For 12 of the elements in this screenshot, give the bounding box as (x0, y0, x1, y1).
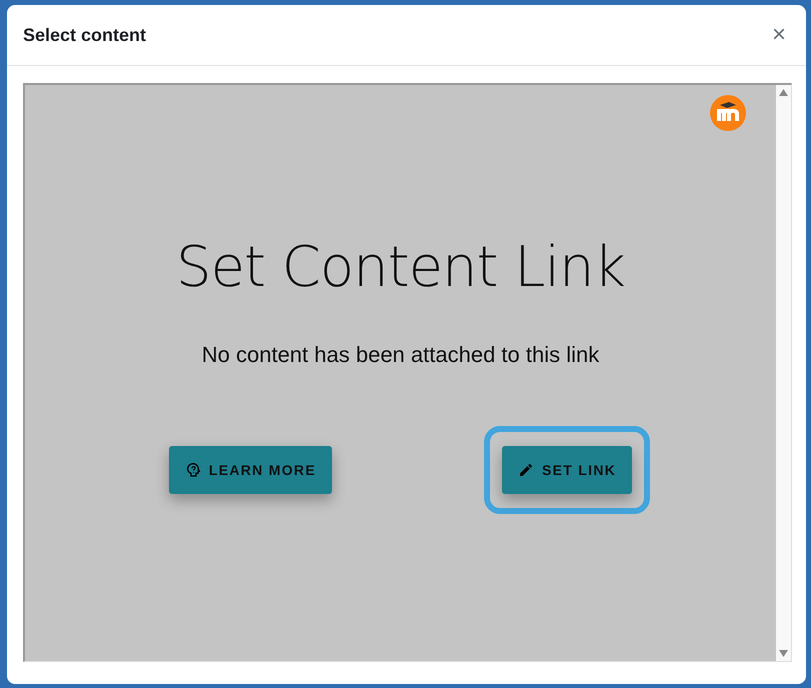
message: No content has been attached to this link (202, 342, 600, 368)
learn-more-button[interactable]: LEARN MORE (168, 446, 332, 494)
close-button[interactable]: × (768, 21, 790, 49)
pencil-icon (518, 462, 534, 478)
scroll-down-icon[interactable] (779, 650, 788, 657)
scroll-up-icon[interactable] (779, 89, 788, 96)
dialog-title: Select content (23, 24, 146, 46)
scrollbar[interactable] (776, 85, 791, 661)
logo-icon (710, 95, 746, 131)
heading: Set Content Link (176, 235, 625, 300)
help-head-icon (184, 462, 201, 478)
set-link-button[interactable]: SET LINK (502, 446, 632, 494)
